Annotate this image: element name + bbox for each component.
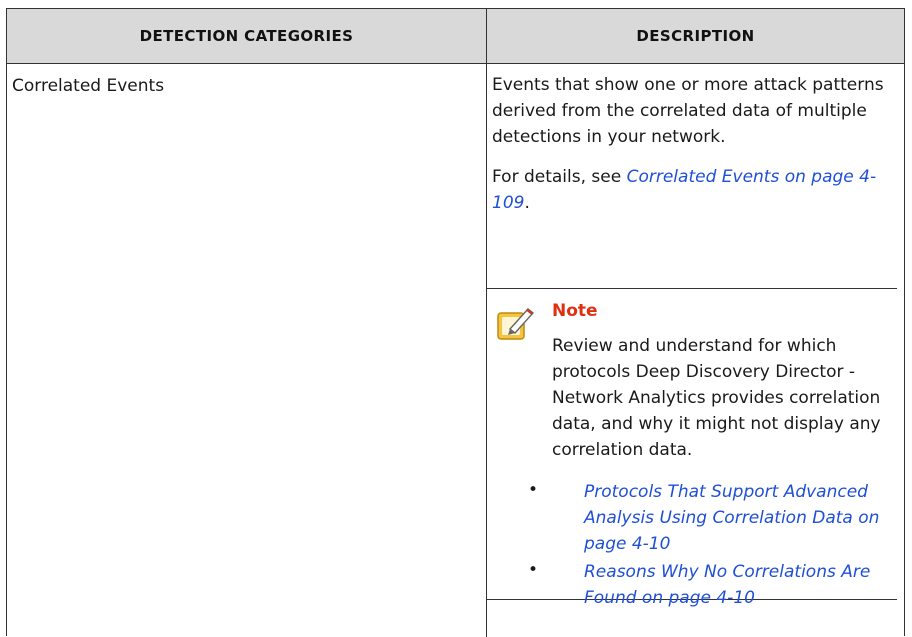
bullet-dot: • <box>528 480 539 500</box>
category-cell: Correlated Events <box>12 76 165 96</box>
note-title: Note <box>552 301 598 321</box>
reasons-no-correlations-link[interactable]: Reasons Why No Correlations Are Found on… <box>584 559 889 611</box>
description-text: Events that show one or more attack patt… <box>492 75 884 147</box>
details-suffix: . <box>524 193 530 213</box>
details-prefix: For details, see <box>492 167 627 187</box>
note-box: Note Review and understand for which pro… <box>486 288 897 608</box>
description-cell: Events that show one or more attack patt… <box>492 72 888 216</box>
bullet-dot: • <box>528 560 539 580</box>
protocols-support-link[interactable]: Protocols That Support Advanced Analysis… <box>584 479 889 557</box>
note-body: Review and understand for which protocol… <box>552 336 881 460</box>
note-pencil-icon <box>497 308 535 340</box>
table-header: DETECTION CATEGORIES DESCRIPTION <box>7 9 904 64</box>
header-description: DESCRIPTION <box>636 27 755 45</box>
details-paragraph: For details, see Correlated Events on pa… <box>492 164 888 216</box>
header-detection-categories: DETECTION CATEGORIES <box>139 27 354 45</box>
